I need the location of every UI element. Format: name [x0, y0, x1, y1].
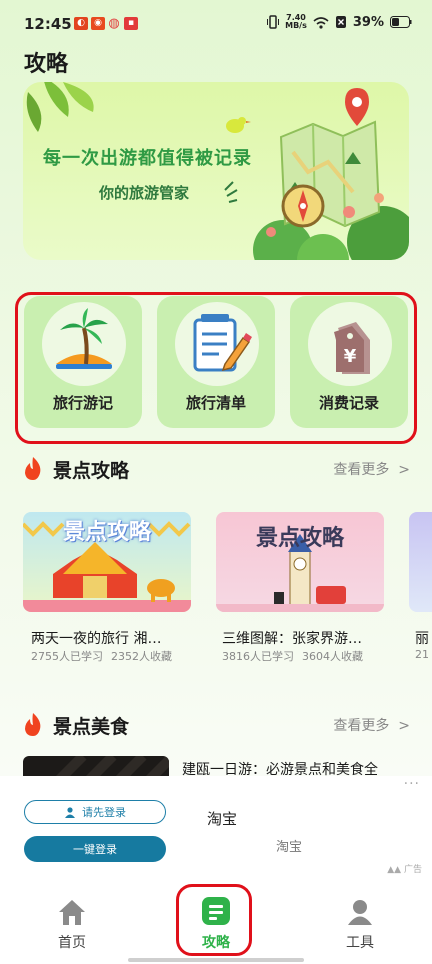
scenic-card[interactable]: 景点攻略 两天一夜的旅行 湘… 2755人已学习 2352人收藏 [23, 512, 191, 676]
banner-headline: 每一次出游都值得被记录 [43, 148, 252, 169]
see-more-label: 查看更多 [333, 718, 390, 734]
scenic-card-image: 景点攻略 [216, 512, 384, 612]
system-status-icons: 7.40 MB/s 39% [267, 14, 412, 30]
wifi-icon [313, 16, 329, 29]
ad-app-subtitle: 淘宝 [276, 840, 303, 855]
notification-app-icon: ◐ [74, 17, 88, 30]
section-title-food: 景点美食 [53, 716, 130, 738]
chevron-right-icon: > [398, 462, 410, 478]
banner-subline: 你的旅游管家 [99, 184, 190, 202]
notification-app-icon: ◉ [91, 17, 105, 30]
more-options-icon[interactable]: ··· [404, 776, 420, 792]
battery-icon [390, 16, 412, 28]
scenic-card-saved: 3604人收藏 [302, 650, 363, 663]
nav-tab-tools[interactable]: 工具 [330, 898, 390, 954]
scenic-card-title: 丽 [415, 631, 429, 647]
highlight-annotation [15, 292, 417, 444]
banner-illustration [26, 82, 409, 260]
scenic-card-badge: 景点攻略 [255, 526, 344, 551]
vibrate-icon [267, 15, 280, 29]
status-time: 12:45 [24, 15, 72, 33]
section-title-scenic: 景点攻略 [53, 460, 130, 482]
scenic-card-saved: 2352人收藏 [111, 650, 172, 663]
fire-icon [25, 713, 41, 736]
home-icon [59, 900, 85, 925]
one-click-login-button[interactable]: 一键登录 [24, 836, 166, 862]
page-title: 攻略 [24, 52, 69, 77]
ad-tag: ▲▲ 广告 [387, 865, 422, 875]
chevron-right-icon: > [398, 718, 410, 734]
scenic-card[interactable]: 丽 21 [409, 512, 432, 676]
scenic-card[interactable]: 景点攻略 三维图解：张家界游… 3816人已学习 3604人收藏 [216, 512, 384, 676]
ad-tag-label: 广告 [403, 865, 422, 875]
ad-app-name[interactable]: 淘宝 [207, 808, 237, 829]
see-more-label: 查看更多 [333, 462, 390, 478]
no-sim-icon [335, 16, 346, 28]
home-indicator[interactable] [128, 958, 304, 962]
scenic-see-more-link[interactable]: 查看更多 > [333, 459, 410, 479]
scenic-card-learned: 3816人已学习 [222, 650, 294, 663]
news-app-icon: ▪ [124, 17, 138, 30]
scenic-card-learned: 2755人已学习 [31, 650, 103, 663]
scenic-card-learned: 21 [415, 648, 429, 661]
scenic-card-badge: 景点攻略 [62, 520, 151, 545]
fire-icon [25, 457, 41, 480]
login-button[interactable]: 请先登录 [24, 800, 166, 824]
scenic-card-image: 景点攻略 [23, 512, 191, 612]
weibo-icon: ◍ [108, 16, 120, 31]
highlight-annotation [176, 884, 252, 956]
food-see-more-link[interactable]: 查看更多 > [333, 715, 410, 735]
nav-label: 首页 [58, 935, 86, 951]
login-label: 请先登录 [82, 806, 126, 819]
scenic-card-title: 三维图解：张家界游… [222, 631, 362, 647]
person-icon [348, 900, 372, 925]
user-icon [65, 806, 75, 818]
nav-label: 工具 [346, 935, 374, 951]
nav-tab-home[interactable]: 首页 [42, 898, 102, 954]
status-bar: 12:45 ◐ ◉ ◍ ▪ 7.40 MB/s 39% [0, 0, 432, 44]
scenic-card-title: 两天一夜的旅行 湘… [31, 631, 162, 647]
scenic-card-image [409, 512, 432, 612]
battery-percent: 39% [352, 14, 384, 30]
speed-unit: MB/s [285, 21, 307, 30]
promo-banner[interactable]: 每一次出游都值得被记录 你的旅游管家 [23, 82, 409, 260]
network-speed: 7.40 MB/s [285, 14, 307, 30]
